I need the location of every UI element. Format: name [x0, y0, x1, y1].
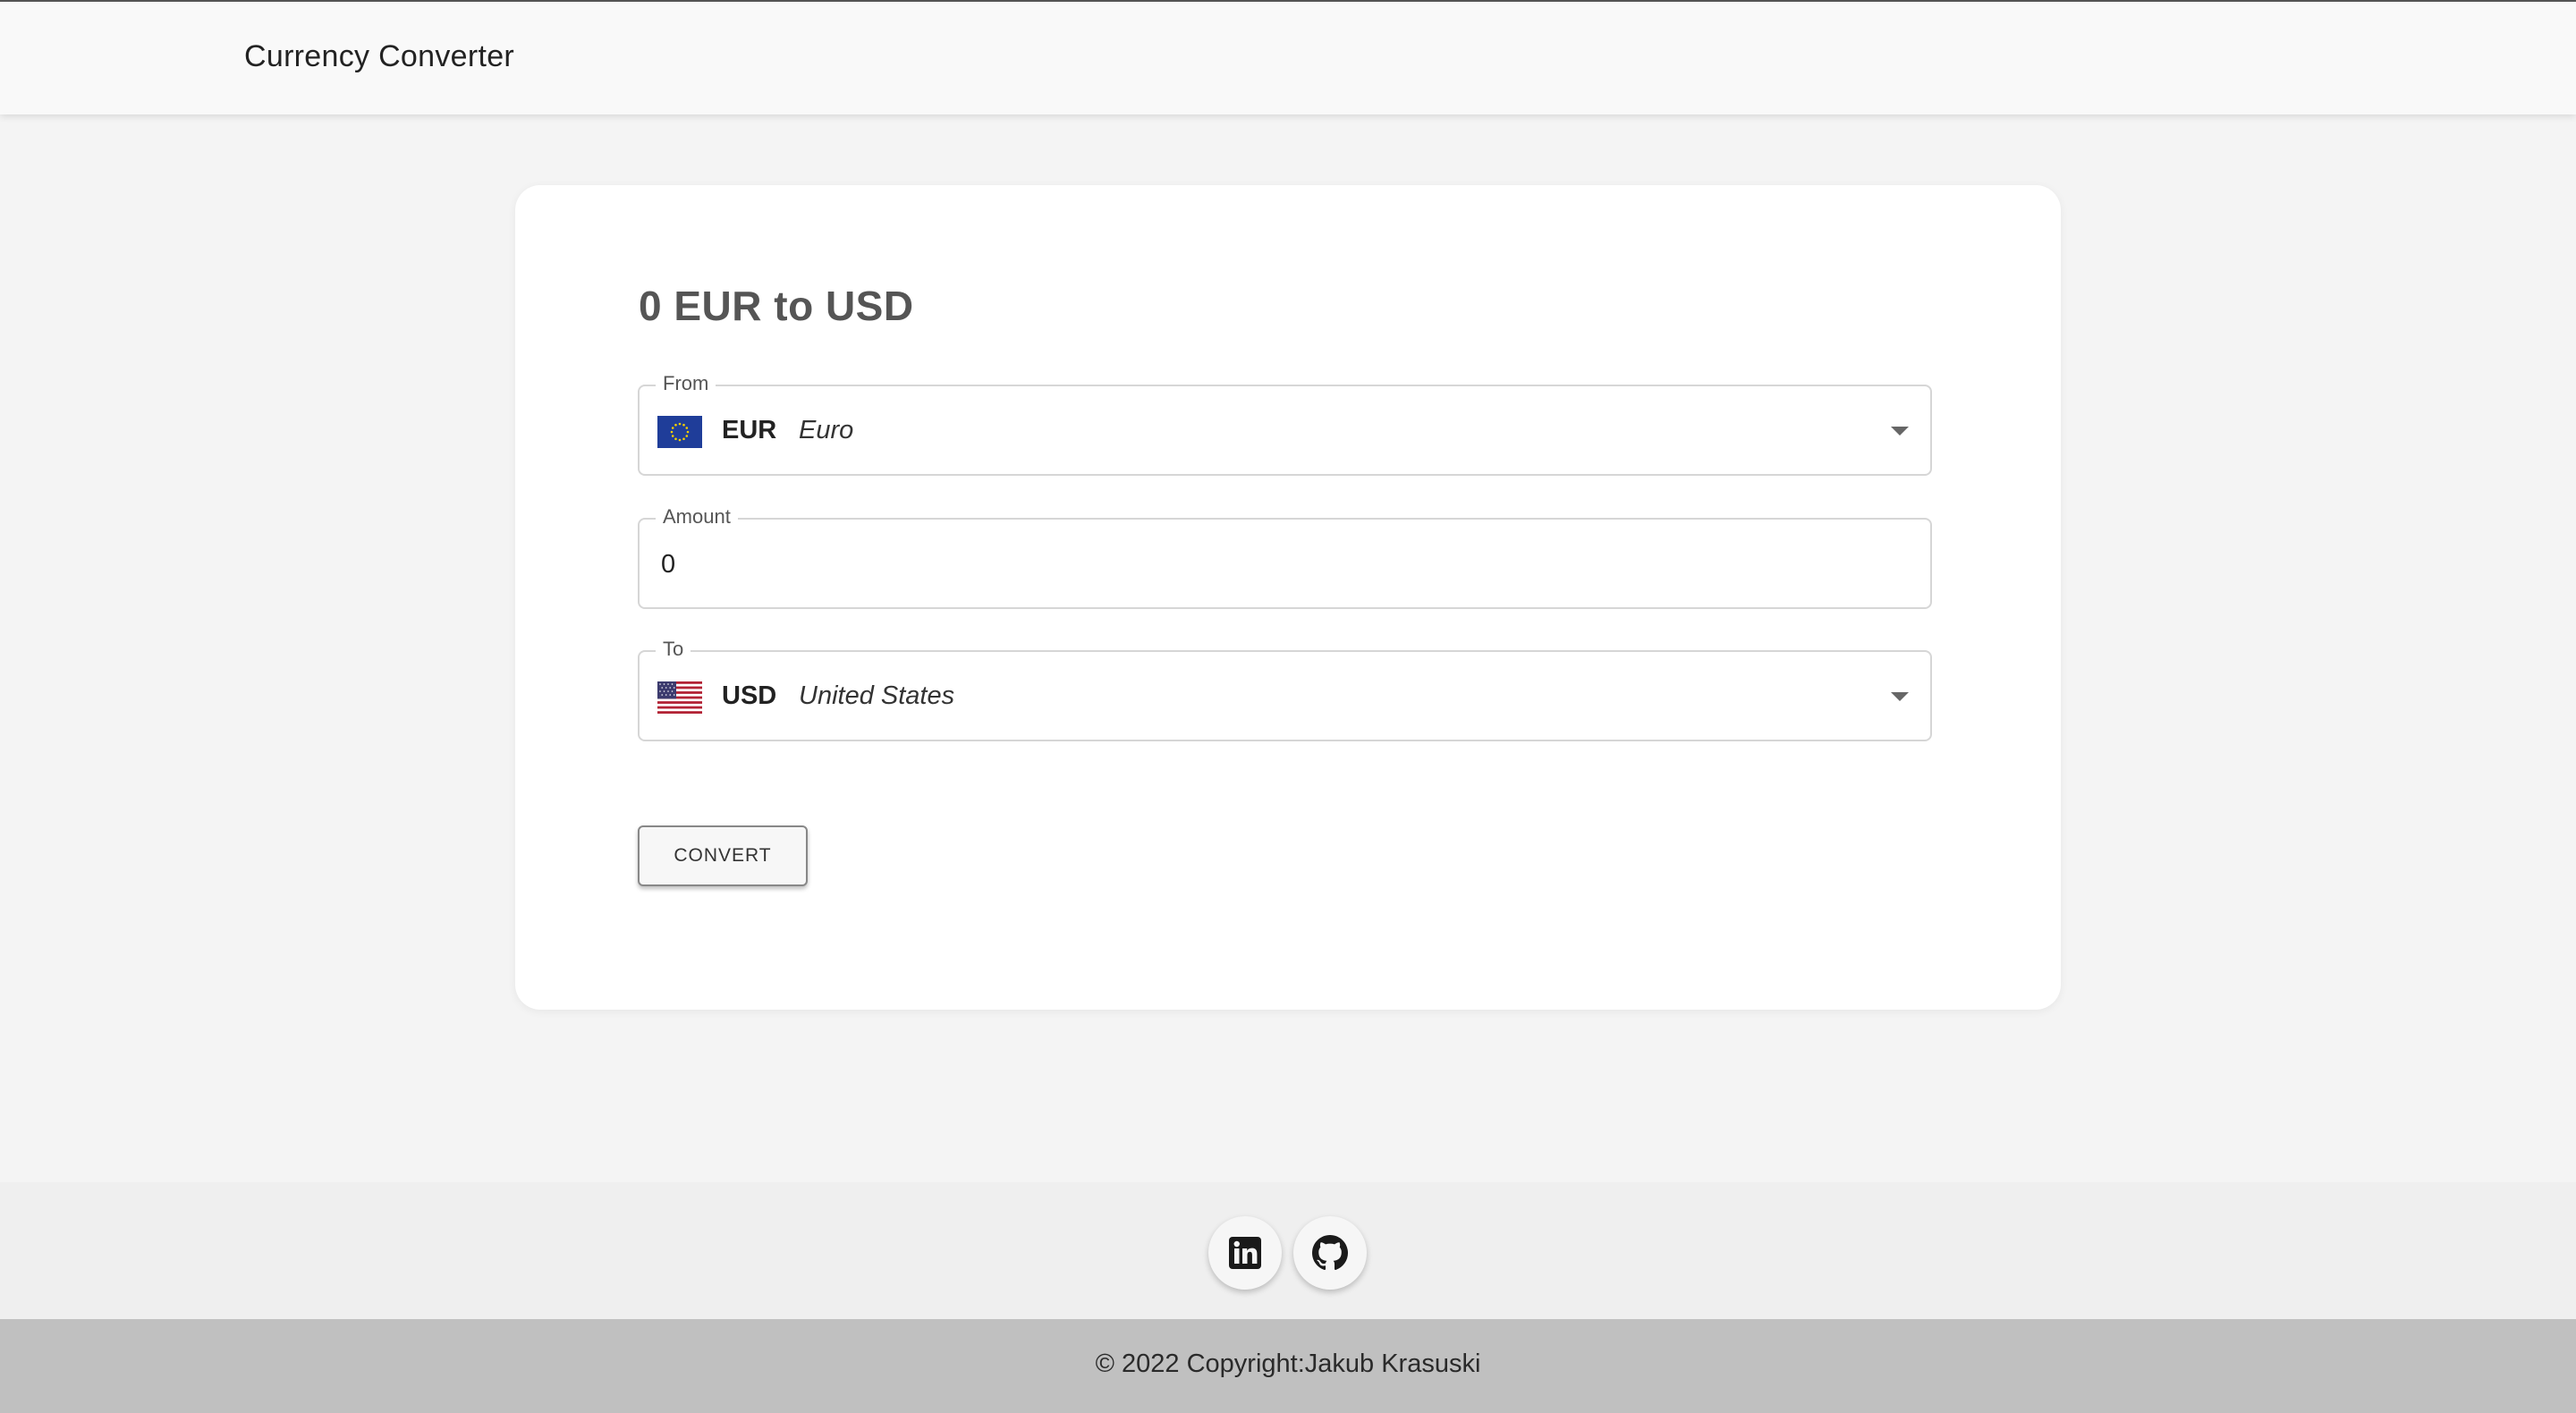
copyright-text: © 2022 Copyright:Jakub Krasuski: [1095, 1350, 1481, 1378]
eu-flag-icon: [657, 416, 702, 448]
chevron-down-icon[interactable]: [1891, 692, 1909, 701]
from-currency-name: Euro: [799, 416, 854, 444]
amount-label: Amount: [656, 503, 738, 530]
chevron-down-icon[interactable]: [1891, 427, 1909, 436]
from-currency-select[interactable]: From EUR Euro: [638, 370, 1932, 476]
to-label: To: [656, 636, 691, 663]
github-button[interactable]: [1293, 1216, 1367, 1290]
to-currency-name: United States: [799, 681, 955, 710]
app-title: Currency Converter: [244, 39, 515, 73]
from-label: From: [656, 370, 716, 397]
linkedin-icon: [1229, 1237, 1261, 1269]
convert-button[interactable]: CONVERT: [638, 825, 808, 886]
amount-input[interactable]: [661, 541, 1904, 588]
footer-copyright-bar: © 2022 Copyright:Jakub Krasuski: [0, 1319, 2576, 1413]
us-flag-icon: [657, 681, 702, 714]
converter-card: 0 EUR to USD From EUR Euro Amount To: [515, 185, 2061, 1010]
from-currency-code: EUR: [722, 416, 777, 444]
amount-field: Amount: [638, 503, 1932, 609]
conversion-heading: 0 EUR to USD: [639, 283, 914, 329]
github-icon: [1312, 1235, 1348, 1271]
footer-social-bar: [0, 1182, 2576, 1319]
app-header: Currency Converter: [0, 0, 2576, 114]
linkedin-button[interactable]: [1208, 1216, 1282, 1290]
to-currency-code: USD: [722, 681, 777, 710]
to-currency-select[interactable]: To USD United States: [638, 636, 1932, 741]
